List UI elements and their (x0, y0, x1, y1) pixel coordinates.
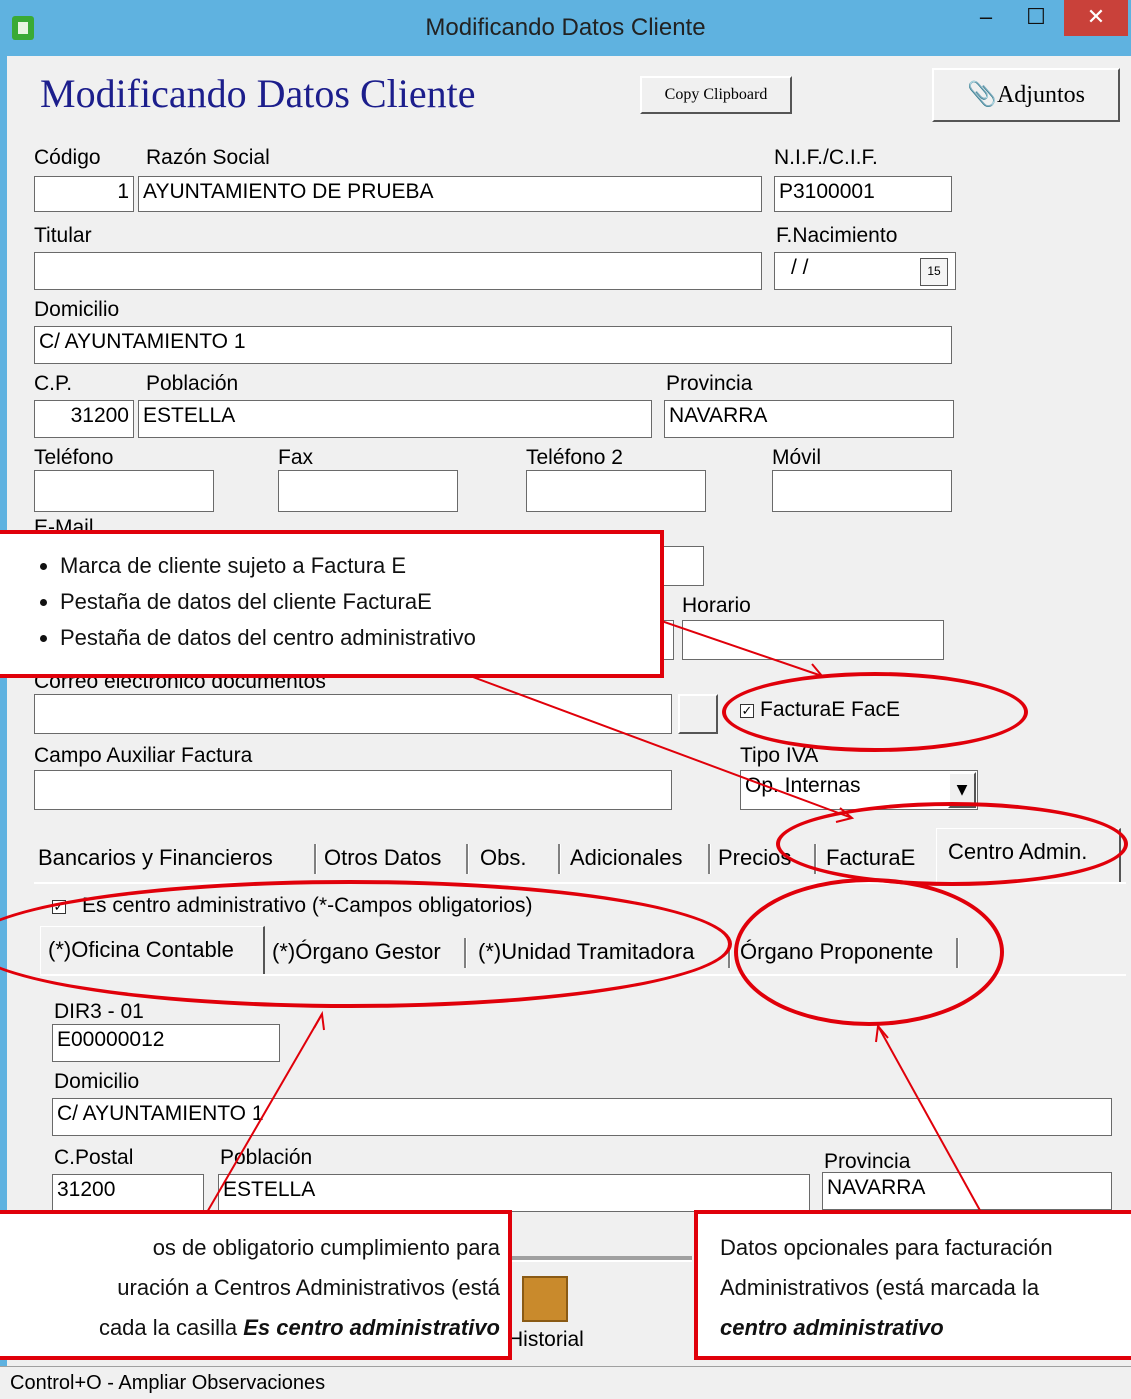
callout-line: centro administrativo (720, 1315, 944, 1340)
callout-line: os de obligatorio cumplimiento para (152, 1235, 500, 1260)
annotation-ellipse-optional (734, 878, 1004, 1026)
callout-required: os de obligatorio cumplimiento para urac… (0, 1210, 512, 1360)
annotation-ellipse-facturae (722, 672, 1028, 752)
callout-line: Datos opcionales para facturación (720, 1235, 1053, 1260)
arrowhead (313, 1010, 325, 1031)
annotation-ellipse-required (0, 880, 732, 1008)
callout-line: uración a Centros Administrativos (está (117, 1275, 500, 1300)
callout-item: Pestaña de datos del cliente FacturaE (60, 584, 660, 620)
callout-line: Administrativos (está marcada la (720, 1275, 1040, 1300)
callout-line: cada la casilla Es centro administrativo (98, 1315, 500, 1340)
callout-item: Pestaña de datos del centro administrati… (60, 620, 660, 656)
arrow-required (205, 1013, 323, 1215)
arrow-optional (877, 1025, 983, 1215)
callout-item: Marca de cliente sujeto a Factura E (60, 548, 660, 584)
callout-top: Marca de cliente sujeto a Factura E Pest… (0, 530, 664, 678)
callout-optional: Datos opcionales para facturación Admini… (694, 1210, 1131, 1360)
annotation-ellipse-tabs (776, 802, 1128, 886)
